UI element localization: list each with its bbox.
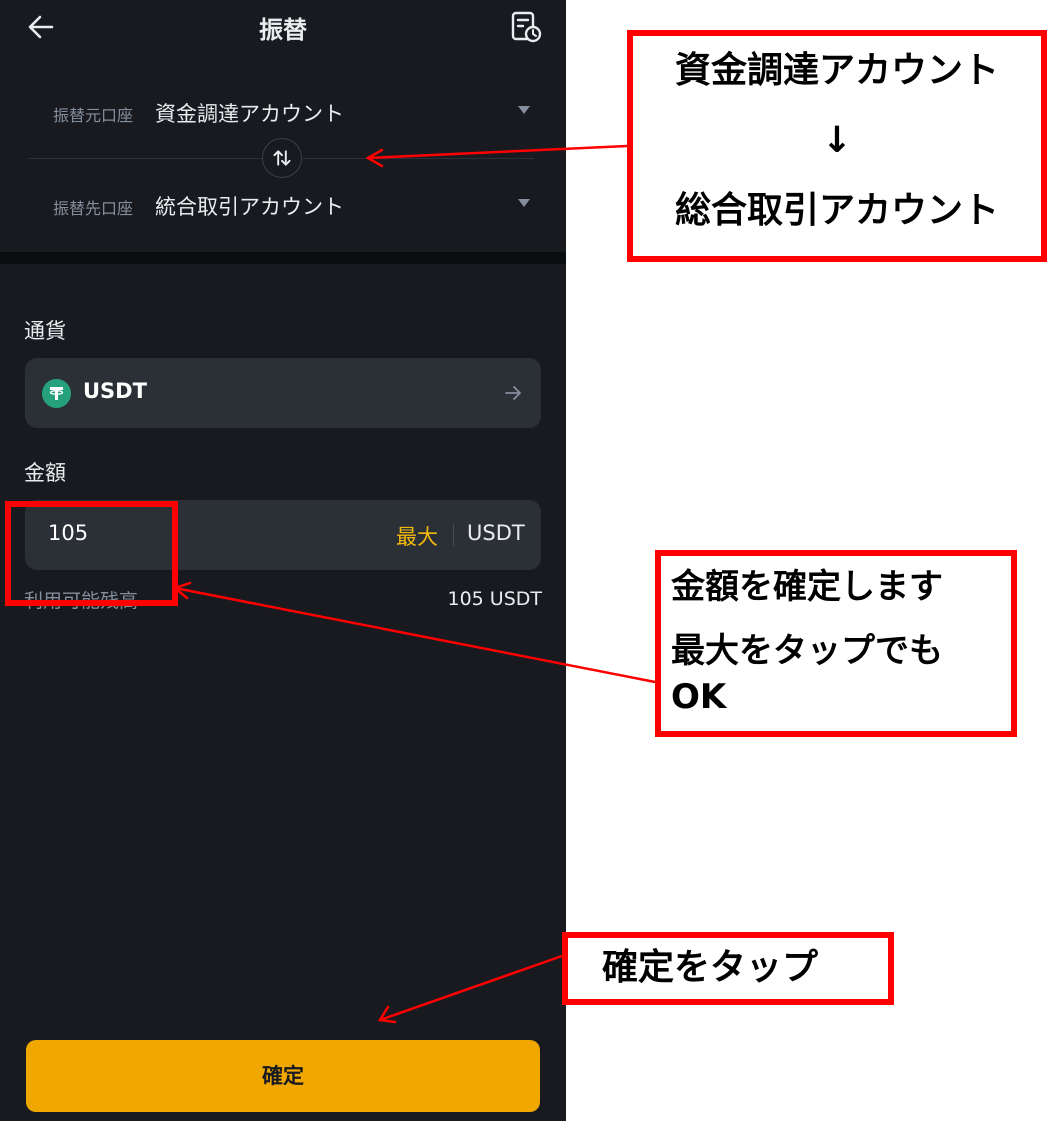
- section-divider: [0, 252, 566, 264]
- callout-arrow: ↓: [821, 120, 853, 161]
- amount-unit: USDT: [467, 521, 525, 545]
- top-bar: 振替: [0, 0, 566, 60]
- tether-icon: [42, 379, 71, 408]
- callout-text: 最大をタップでも: [671, 631, 943, 671]
- amount-callout: 金額を確定します 最大をタップでも OK: [655, 550, 1017, 737]
- from-account-value: 資金調達アカウント: [155, 102, 344, 126]
- page-title: 振替: [259, 16, 307, 44]
- callout-text: OK: [671, 677, 727, 717]
- callout-text: 確定をタップ: [602, 947, 819, 988]
- caret-down-icon: [518, 106, 530, 114]
- confirm-button[interactable]: 確定: [26, 1040, 540, 1112]
- to-account-value: 統合取引アカウント: [155, 195, 344, 219]
- confirm-callout: 確定をタップ: [562, 932, 894, 1005]
- currency-label: 通貨: [24, 319, 66, 343]
- from-account-selector[interactable]: 振替元口座 資金調達アカウント: [0, 92, 566, 132]
- currency-selector[interactable]: USDT: [25, 358, 541, 428]
- callout-text: 資金調達アカウント: [674, 50, 999, 91]
- to-account-selector[interactable]: 振替先口座 統合取引アカウント: [0, 185, 566, 225]
- arrow-right-icon: [505, 386, 521, 400]
- callout-text: 金額を確定します: [671, 567, 943, 607]
- to-account-label: 振替先口座: [53, 199, 134, 218]
- caret-down-icon: [518, 199, 530, 207]
- max-button[interactable]: 最大: [396, 521, 438, 551]
- currency-name: USDT: [83, 379, 147, 403]
- from-account-label: 振替元口座: [53, 106, 134, 125]
- history-icon[interactable]: [509, 10, 543, 44]
- swap-icon[interactable]: [262, 138, 302, 178]
- separator: [453, 524, 454, 546]
- available-balance-value: 105 USDT: [447, 588, 542, 610]
- amount-label: 金額: [24, 461, 66, 485]
- amount-highlight-box: [5, 501, 178, 606]
- account-callout: 資金調達アカウント ↓ 総合取引アカウント: [627, 30, 1047, 262]
- callout-text: 総合取引アカウント: [674, 190, 999, 231]
